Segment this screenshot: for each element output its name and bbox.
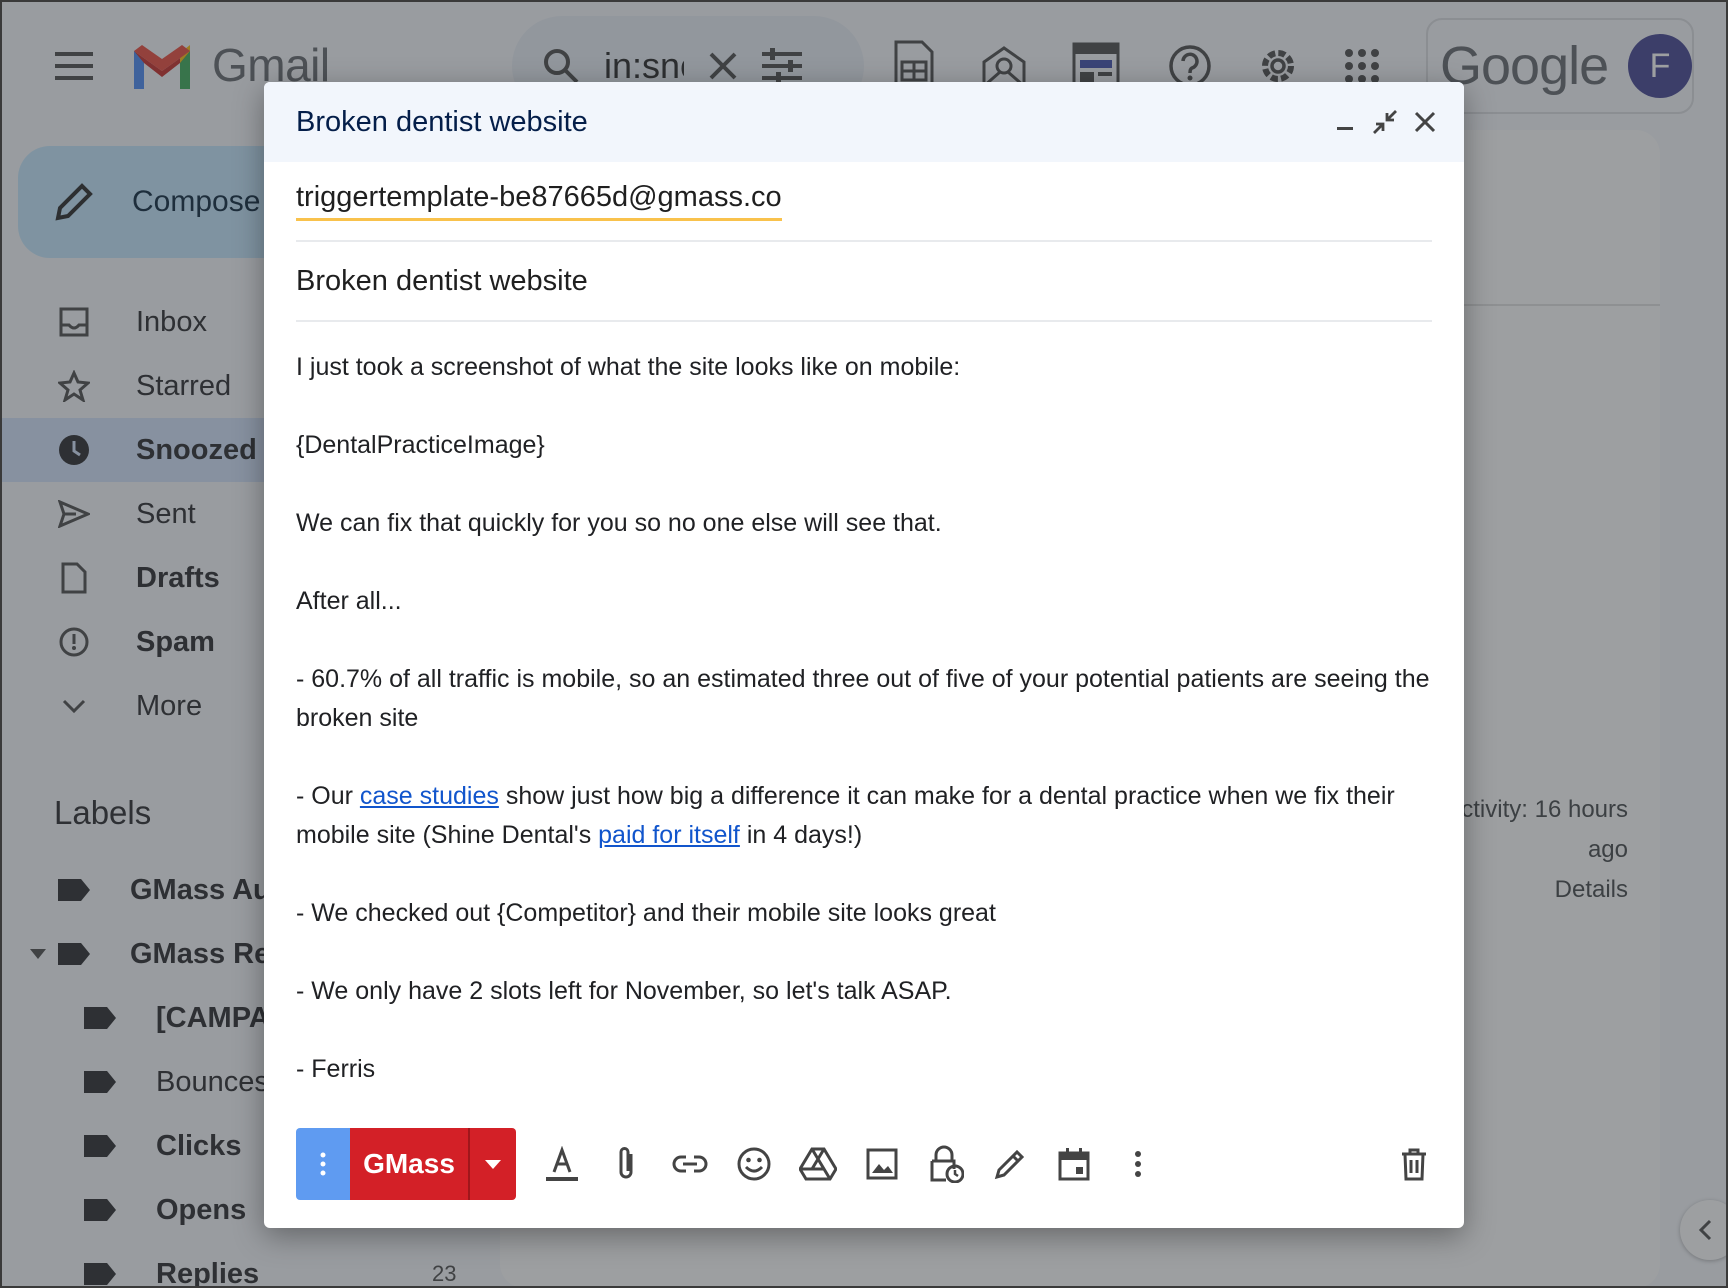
body-paragraph: {DentalPracticeImage} [296, 431, 545, 459]
insert-photo-icon[interactable] [860, 1142, 904, 1186]
gmass-send-button[interactable]: GMass [350, 1128, 468, 1200]
case-studies-link[interactable]: case studies [360, 782, 499, 810]
exit-fullscreen-icon[interactable] [1370, 107, 1400, 137]
schedule-calendar-icon[interactable] [1052, 1142, 1096, 1186]
paid-for-itself-link[interactable]: paid for itself [598, 821, 740, 849]
insert-link-icon[interactable] [668, 1142, 712, 1186]
caret-down-icon [485, 1159, 501, 1169]
more-vert-icon [320, 1152, 326, 1176]
body-text: - Our [296, 782, 360, 810]
discard-draft-icon[interactable] [1392, 1142, 1436, 1186]
text-format-icon[interactable] [540, 1142, 584, 1186]
subject-text: Broken dentist website [296, 264, 588, 297]
body-text: in 4 days!) [739, 821, 863, 849]
signature-pen-icon[interactable] [988, 1142, 1032, 1186]
close-icon[interactable] [1410, 107, 1440, 137]
body-paragraph: - 60.7% of all traffic is mobile, so an … [296, 665, 1430, 732]
gmass-dropdown-button[interactable] [468, 1128, 516, 1200]
compose-toolbar: GMass [296, 1128, 1436, 1200]
more-options-icon[interactable] [1116, 1142, 1160, 1186]
body-paragraph: I just took a screenshot of what the sit… [296, 353, 961, 381]
google-drive-icon[interactable] [796, 1142, 840, 1186]
confidential-mode-icon[interactable] [924, 1142, 968, 1186]
subject-field[interactable]: Broken dentist website [296, 242, 1432, 322]
body-paragraph: - Ferris [296, 1055, 376, 1083]
body-paragraph: After all... [296, 587, 402, 615]
body-paragraph: - We checked out {Competitor} and their … [296, 899, 996, 927]
to-field[interactable]: triggertemplate-be87665d@gmass.co [296, 162, 1432, 242]
message-body[interactable]: I just took a screenshot of what the sit… [296, 348, 1432, 1089]
body-paragraph: - Our case studies show just how big a d… [296, 777, 1432, 855]
body-paragraph: - We only have 2 slots left for November… [296, 977, 952, 1005]
recipient-chip[interactable]: triggertemplate-be87665d@gmass.co [296, 181, 782, 221]
compose-dialog: Broken dentist website triggertemplate-b… [264, 82, 1464, 1228]
window-controls [1330, 107, 1440, 137]
gmass-options-button[interactable] [296, 1128, 350, 1200]
minimize-icon[interactable] [1330, 107, 1360, 137]
attach-file-icon[interactable] [604, 1142, 648, 1186]
emoji-icon[interactable] [732, 1142, 776, 1186]
compose-title: Broken dentist website [296, 105, 588, 138]
format-tools [540, 1142, 1160, 1186]
compose-header: Broken dentist website [264, 82, 1464, 162]
body-paragraph: We can fix that quickly for you so no on… [296, 509, 942, 537]
